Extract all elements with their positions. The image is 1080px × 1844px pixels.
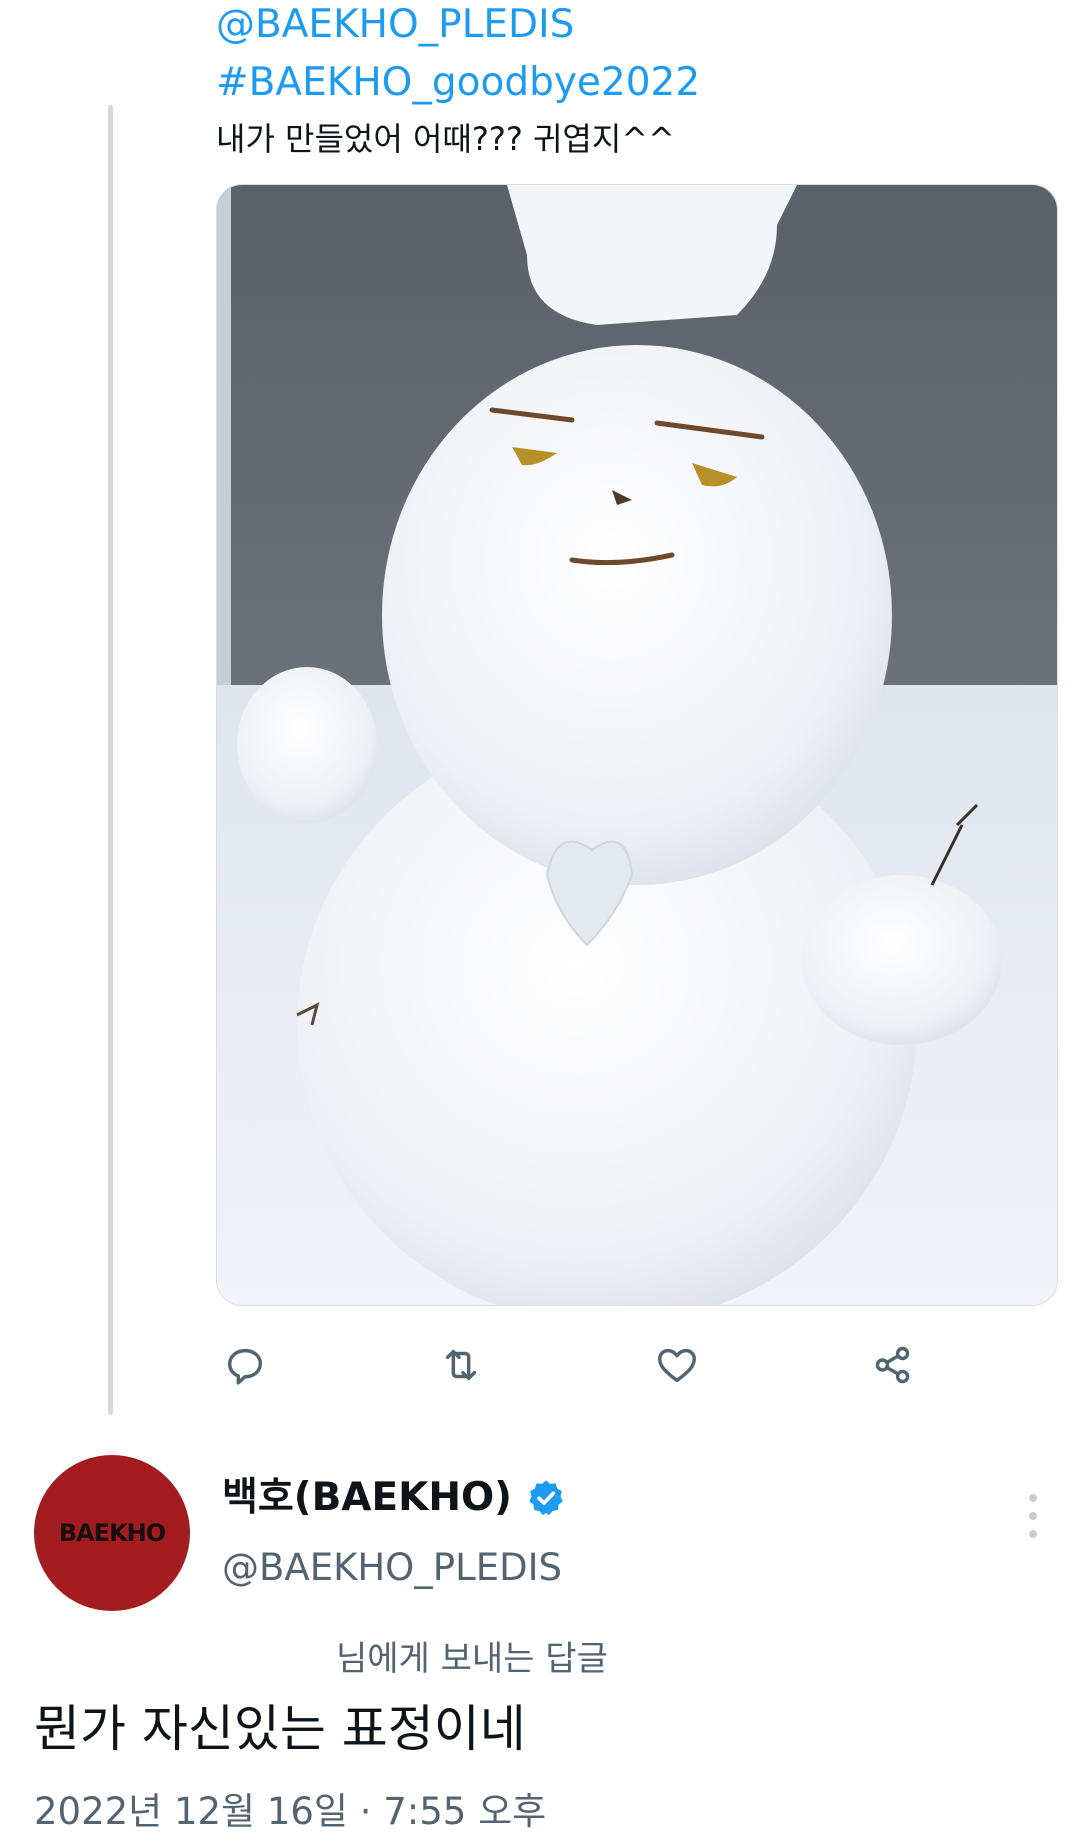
retweet-button[interactable] xyxy=(434,1338,488,1392)
share-icon xyxy=(875,1346,910,1384)
hashtag-link[interactable]: #BAEKHO_goodbye2022 xyxy=(216,54,1056,112)
more-options-button[interactable] xyxy=(1018,1486,1048,1546)
more-dot-icon xyxy=(1029,1512,1037,1520)
previous-tweet: @BAEKHO_PLEDIS #BAEKHO_goodbye2022 내가 만들… xyxy=(216,0,1056,164)
avatar[interactable]: BAEKHO xyxy=(34,1455,190,1611)
snowman-photo xyxy=(217,185,1057,1305)
tweet-text: 내가 만들었어 어때??? 귀엽지^^ xyxy=(216,120,675,158)
like-button[interactable] xyxy=(650,1338,704,1392)
reply-button[interactable] xyxy=(218,1338,272,1392)
avatar-logo-text: BAEKHO xyxy=(58,1519,166,1547)
tweet-actions-bar xyxy=(0,1330,1080,1400)
retweet-icon xyxy=(445,1349,477,1381)
more-dot-icon xyxy=(1029,1530,1037,1538)
name-row: 백호(BAEKHO) xyxy=(222,1470,566,1526)
reply-tweet-text: 뭔가 자신있는 표정이네 xyxy=(34,1700,526,1758)
tweet-photo[interactable] xyxy=(216,184,1058,1306)
tweet-timestamp[interactable]: 2022년 12월 16일 · 7:55 오후 xyxy=(34,1784,546,1840)
more-dot-icon xyxy=(1029,1494,1037,1502)
reply-icon xyxy=(227,1348,263,1385)
heart-icon xyxy=(658,1348,696,1383)
reply-to-label: 님에게 보내는 답글 xyxy=(336,1639,608,1679)
mention-link[interactable]: @BAEKHO_PLEDIS xyxy=(216,0,1056,54)
thread-connector-line xyxy=(108,105,113,1415)
verified-badge-icon xyxy=(529,1480,563,1516)
user-handle[interactable]: @BAEKHO_PLEDIS xyxy=(222,1540,562,1596)
display-name[interactable]: 백호(BAEKHO) xyxy=(222,1470,512,1526)
share-button[interactable] xyxy=(866,1338,920,1392)
